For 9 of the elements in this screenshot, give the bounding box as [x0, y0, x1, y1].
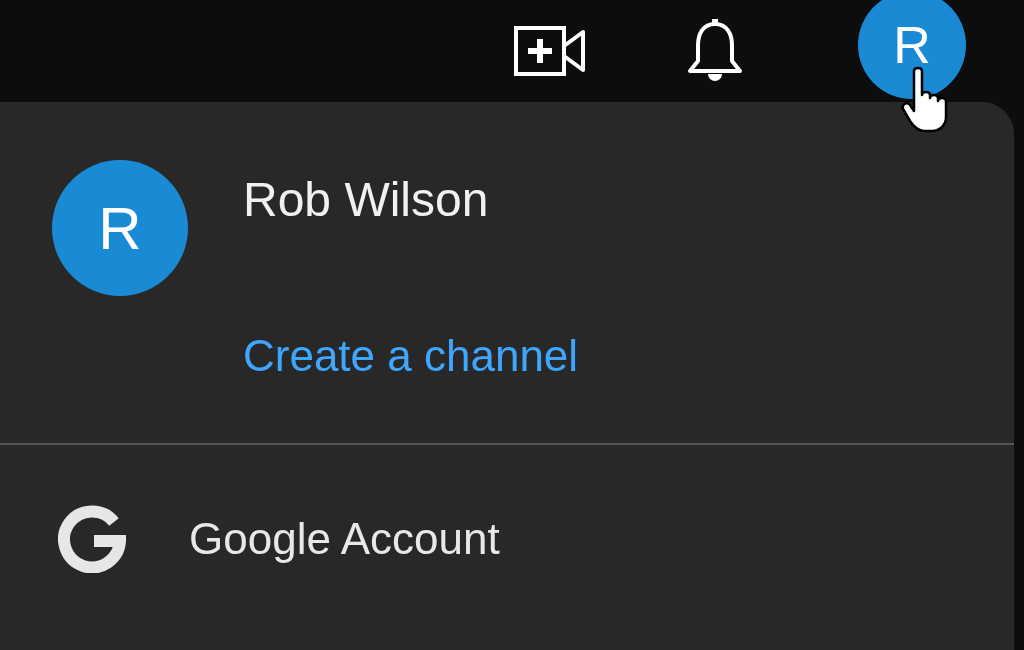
google-g-icon — [58, 505, 126, 573]
bell-icon[interactable] — [686, 19, 744, 83]
avatar-button[interactable]: R — [858, 0, 966, 99]
avatar: R — [52, 160, 188, 296]
menu-item[interactable]: Google Account — [0, 445, 1014, 633]
create-channel-link[interactable]: Create a channel — [243, 331, 579, 381]
create-video-icon[interactable] — [514, 26, 586, 76]
menu-item-label: Google Account — [189, 514, 500, 564]
account-name: Rob Wilson — [243, 172, 490, 227]
